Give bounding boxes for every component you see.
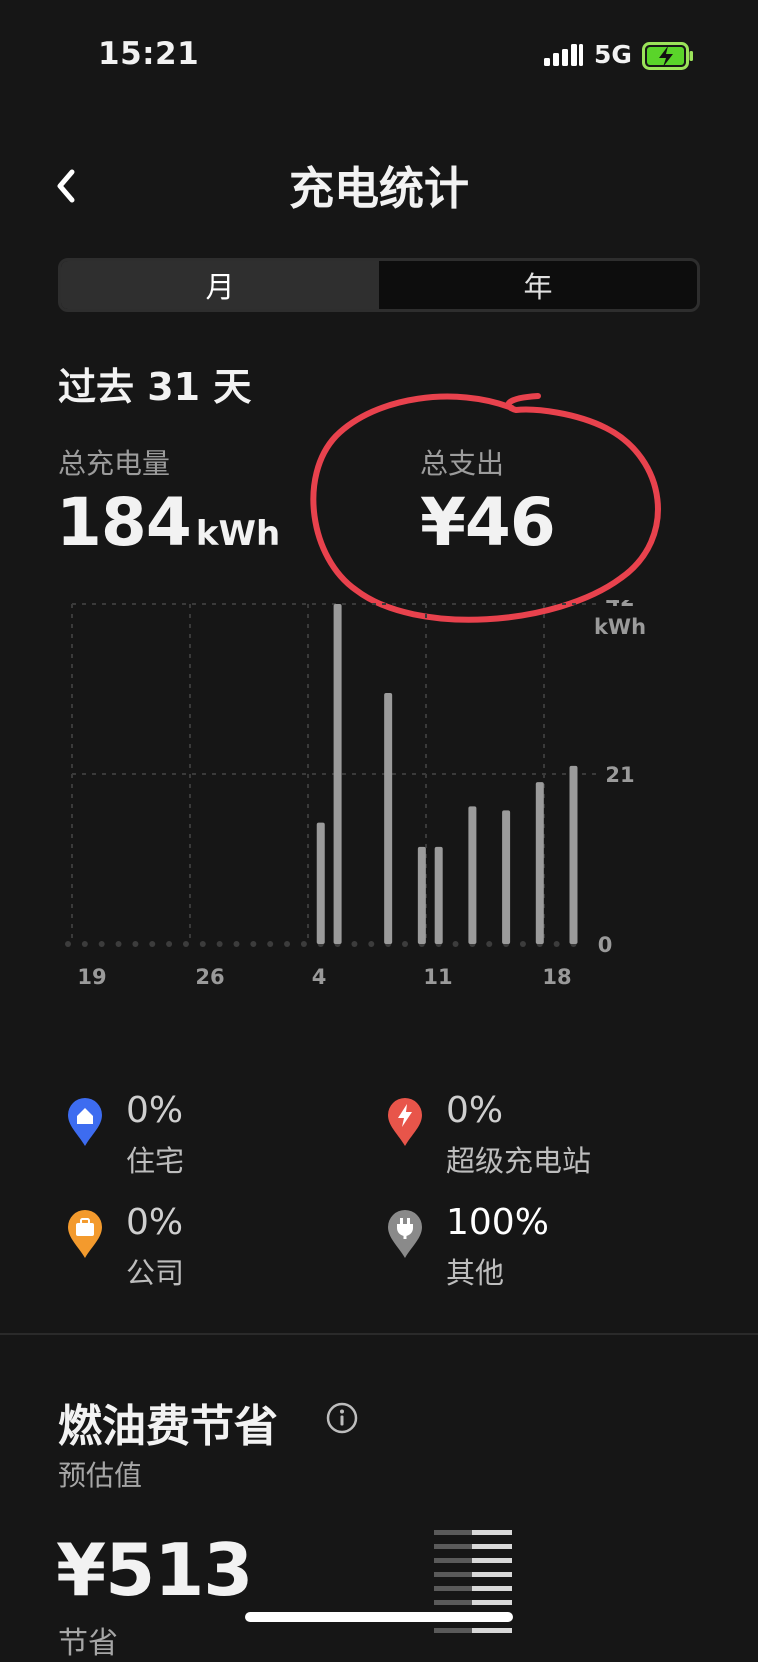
total-energy-value: 184 (56, 484, 192, 561)
total-energy: 184 kWh (56, 484, 280, 561)
day-dot (351, 941, 358, 947)
chart-bar (468, 806, 477, 944)
chart-bar (384, 693, 393, 944)
day-dot (216, 941, 223, 947)
legend-name: 公司 (126, 1256, 185, 1290)
legend-percent: 0% (126, 1090, 184, 1131)
info-icon[interactable] (326, 1402, 358, 1434)
legend-other: 100% 其他 (386, 1202, 706, 1290)
legend-name: 其他 (446, 1256, 505, 1290)
legend-work: 0% 公司 (66, 1202, 386, 1290)
day-dot (250, 941, 257, 947)
legend-percent: 0% (126, 1202, 184, 1243)
signal-icon (544, 44, 583, 66)
total-energy-label: 总充电量 (58, 447, 171, 480)
savings-title: 燃油费节省 (58, 1401, 278, 1452)
tab-year[interactable]: 年 (379, 261, 697, 309)
x-tick-label: 18 (542, 965, 571, 989)
chart-bar (333, 604, 342, 944)
day-dot (65, 941, 71, 947)
x-tick-label: 4 (312, 965, 327, 989)
y-tick-zero: 0 (598, 933, 613, 957)
legend-supercharger: 0% 超级充电站 (386, 1090, 706, 1178)
legend-home: 0% 住宅 (66, 1090, 386, 1178)
total-energy-unit: kWh (195, 514, 281, 554)
page-title: 充电统计 (288, 162, 469, 215)
network-type: 5G (594, 40, 632, 69)
y-tick-max: 42 (605, 600, 634, 611)
day-dot (115, 941, 122, 947)
tab-month[interactable]: 月 (61, 261, 379, 309)
day-dot (267, 941, 274, 947)
legend-name: 超级充电站 (446, 1144, 592, 1178)
savings-amount: ¥513 (56, 1528, 253, 1612)
battery-charging-icon (642, 42, 693, 70)
day-dot (166, 941, 173, 947)
chart-bar (417, 846, 426, 944)
x-tick-label: 26 (195, 965, 224, 989)
savings-mini-chart (434, 1530, 512, 1633)
charging-chart: 42 kWh 21 0 19 26 4 11 18 (65, 600, 646, 989)
chart-bar (434, 846, 443, 944)
savings-subtitle: 预估值 (58, 1459, 143, 1492)
day-dot (452, 941, 459, 947)
lightning-pin-icon (388, 1098, 422, 1146)
day-dot (284, 941, 291, 947)
home-pin-icon (68, 1098, 102, 1146)
section-divider (0, 1333, 758, 1335)
day-dot (368, 941, 375, 947)
y-unit-label: kWh (594, 615, 646, 639)
chart-bar (535, 782, 544, 944)
day-dot (519, 941, 526, 947)
day-dot (553, 941, 560, 947)
day-dot (486, 941, 493, 947)
home-indicator (245, 1612, 513, 1622)
savings-label: 节省 (58, 1626, 118, 1661)
day-dot (182, 941, 189, 947)
day-dot (149, 941, 156, 947)
plug-pin-icon (388, 1210, 422, 1258)
legend-name: 住宅 (126, 1144, 185, 1178)
day-dot (233, 941, 240, 947)
period-label: 过去 31 天 (58, 365, 252, 409)
x-tick-label: 19 (77, 965, 106, 989)
x-tick-label: 11 (423, 965, 452, 989)
status-time: 15:21 (98, 36, 200, 72)
y-tick-mid: 21 (605, 763, 634, 787)
day-dot (81, 941, 88, 947)
day-dot (132, 941, 139, 947)
day-dot (98, 941, 105, 947)
day-dot (300, 941, 307, 947)
day-dot (402, 941, 408, 947)
legend-percent: 0% (446, 1090, 504, 1131)
chart-bar (316, 822, 325, 944)
chart-bar (502, 810, 511, 944)
chart-grid (65, 603, 600, 947)
period-tabs: 月 年 (58, 258, 700, 312)
chart-bar (569, 765, 578, 944)
briefcase-pin-icon (68, 1210, 102, 1258)
legend-percent: 100% (446, 1202, 549, 1243)
day-dot (199, 941, 206, 947)
